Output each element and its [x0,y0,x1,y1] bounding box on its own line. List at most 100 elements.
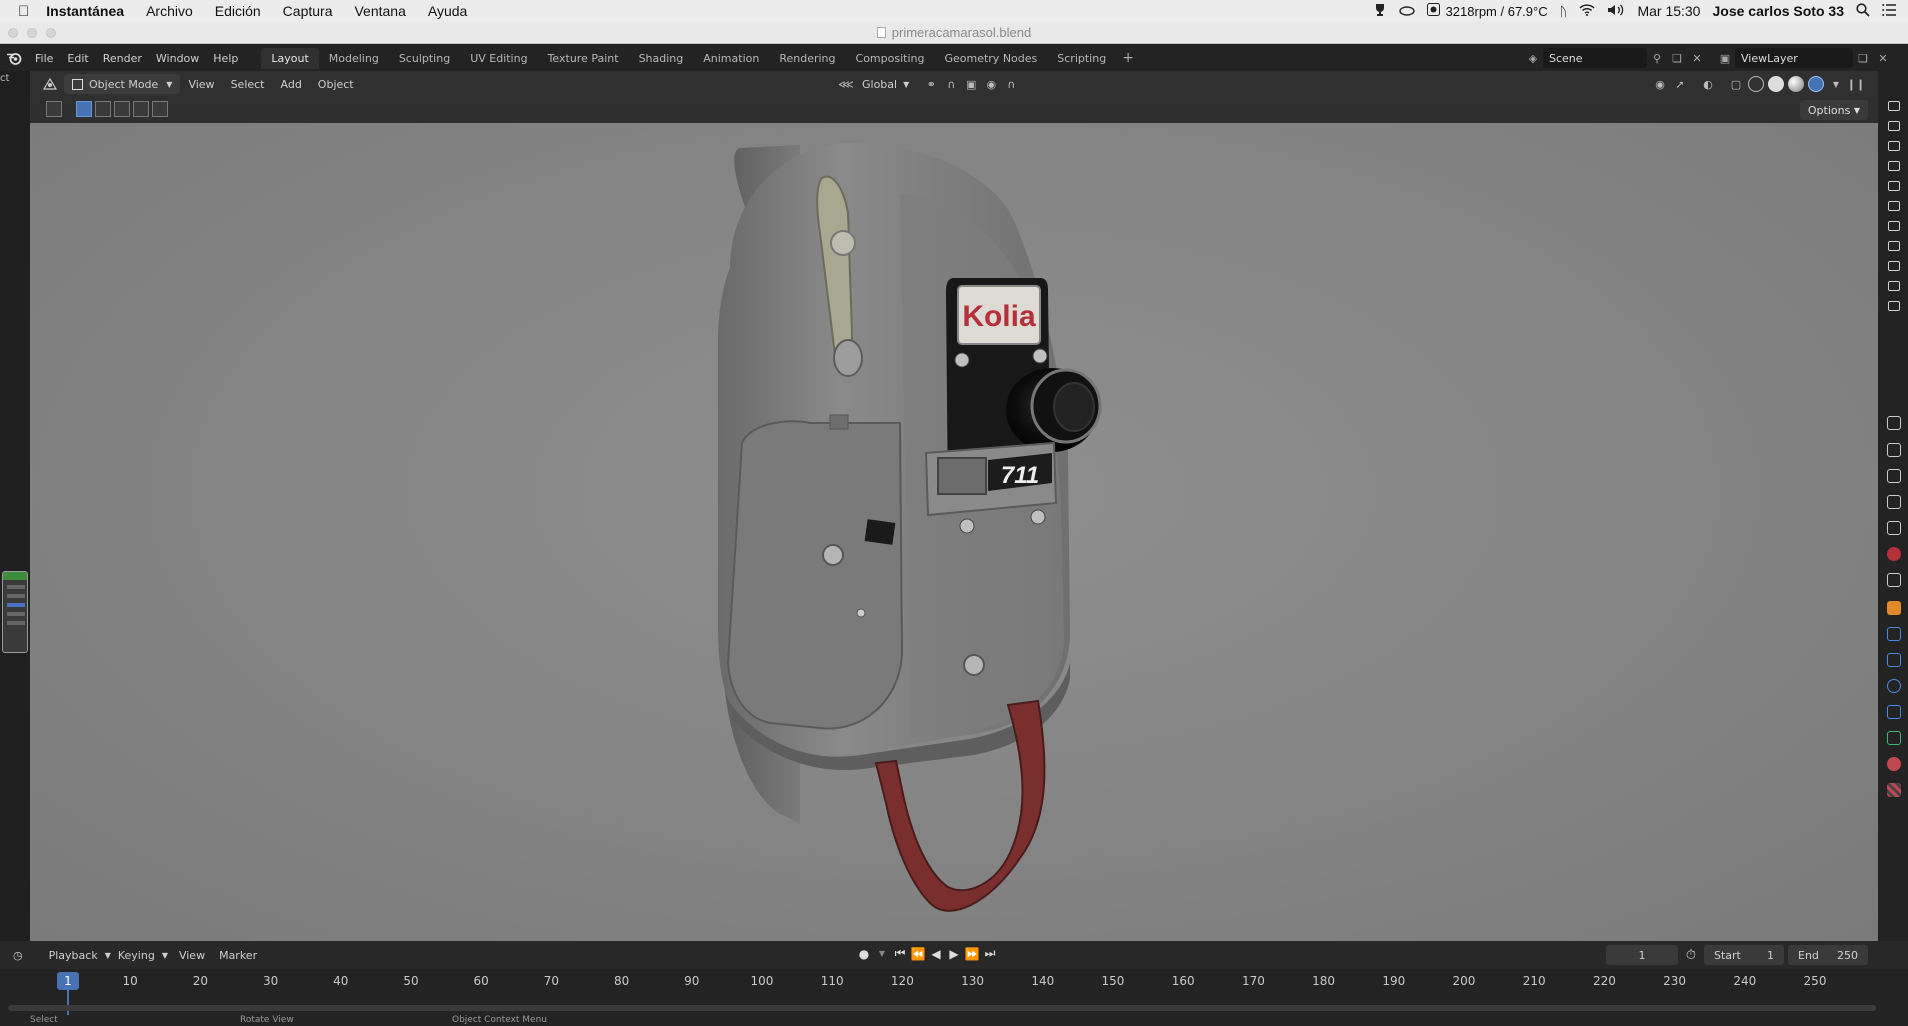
view-layer-icon[interactable]: ▣ [1715,48,1735,68]
camera-view-icon[interactable] [1888,261,1900,271]
snap-target-icon[interactable]: ▣ [961,74,981,94]
delete-view-layer-icon[interactable]: ✕ [1873,48,1893,68]
jump-to-keyframe-back-icon[interactable]: ⏪ [909,947,927,961]
tab-texture-paint[interactable]: Texture Paint [538,48,629,69]
menu-add[interactable]: Add [273,78,310,91]
shading-options-chevron-icon[interactable]: ▼ [1826,74,1846,94]
volume-icon[interactable] [1601,3,1631,19]
frame-ruler[interactable]: 1 10 20 30 40 50 60 70 80 90 100 110 120 130 140 150 16… [0,969,1908,995]
menu-file[interactable]: File [28,52,60,65]
play-icon[interactable]: ▶ [945,947,963,961]
user-name[interactable]: Jose carlos Soto 33 [1706,3,1850,19]
apple-icon[interactable]:  [0,3,40,20]
camera-view-icon[interactable] [1888,141,1900,151]
object-mode-dropdown[interactable]: Object Mode ▼ [64,74,181,94]
clock[interactable]: Mar 15:30 [1631,3,1706,19]
collection-properties-icon[interactable] [1887,573,1901,587]
tab-layout[interactable]: Layout [261,47,319,69]
camera-view-icon[interactable] [1888,281,1900,291]
menu-select[interactable]: Select [223,78,273,91]
view-layer-properties-icon[interactable] [1887,495,1901,509]
camera-view-icon[interactable] [1888,181,1900,191]
pause-icon[interactable]: ❙❙ [1846,74,1866,94]
bluetooth-icon[interactable]: ᚢ [1554,4,1574,19]
orientation-dropdown[interactable]: Global [856,78,903,91]
wireframe-shading-icon[interactable] [1748,76,1764,92]
new-scene-icon[interactable]: ❏ [1667,48,1687,68]
visibility-icon[interactable]: ◉ [1650,74,1670,94]
trophy-icon[interactable] [1367,3,1393,20]
menu-keying[interactable]: Keying [111,949,162,962]
menu-render[interactable]: Render [96,52,149,65]
snap-icon[interactable]: ∩ [941,74,961,94]
camera-model[interactable]: Kolia 711 [30,123,1878,941]
tab-compositing[interactable]: Compositing [846,48,935,69]
start-frame-field[interactable]: Start 1 [1704,945,1784,965]
delete-scene-icon[interactable]: ✕ [1687,48,1707,68]
end-frame-field[interactable]: End 250 [1788,945,1868,965]
tab-scripting[interactable]: Scripting [1047,48,1116,69]
tab-sculpting[interactable]: Sculpting [389,48,460,69]
particles-properties-icon[interactable] [1887,653,1901,667]
constraints-properties-icon[interactable] [1887,705,1901,719]
scene-properties-icon[interactable] [1887,521,1901,535]
tab-rendering[interactable]: Rendering [769,48,845,69]
camera-view-icon[interactable] [1888,161,1900,171]
select-tool-icon[interactable] [46,101,62,117]
camera-view-icon[interactable] [1888,221,1900,231]
falloff-icon[interactable]: ∩ [1001,74,1021,94]
cloud-icon[interactable] [1393,3,1421,19]
select-extend-mode-icon[interactable] [95,101,111,117]
tab-modeling[interactable]: Modeling [319,48,389,69]
jump-to-start-icon[interactable]: ⏮ [891,946,909,961]
notification-center-icon[interactable] [1876,3,1908,19]
select-new-mode-icon[interactable] [76,101,92,117]
view-layer-field[interactable]: ViewLayer [1735,48,1853,68]
tool-properties-icon[interactable] [1887,416,1901,430]
editor-type-icon[interactable] [40,74,60,94]
orientation-icon[interactable]: ⋘ [836,74,856,94]
proportional-edit-icon[interactable]: ◉ [981,74,1001,94]
menu-captura[interactable]: Captura [272,3,344,19]
menu-window[interactable]: Window [149,52,206,65]
select-intersect-mode-icon[interactable] [152,101,168,117]
menu-edit[interactable]: Edit [60,52,95,65]
physics-properties-icon[interactable] [1887,679,1901,693]
gizmo-icon[interactable]: ➚ [1670,74,1690,94]
menu-playback[interactable]: Playback [42,949,105,962]
world-properties-icon[interactable] [1887,547,1901,561]
menu-archivo[interactable]: Archivo [135,3,204,19]
pivot-point-icon[interactable]: ⚭ [921,74,941,94]
rendered-shading-icon[interactable] [1808,76,1824,92]
options-dropdown[interactable]: Options ▼ [1799,100,1868,120]
texture-properties-icon[interactable] [1887,783,1901,797]
timeline-scrollbar[interactable] [8,1005,1876,1011]
object-properties-icon[interactable] [1887,601,1901,615]
modifier-properties-icon[interactable] [1887,627,1901,641]
3d-viewport[interactable]: Kolia 711 [30,123,1878,941]
add-workspace-button[interactable]: + [1116,50,1140,66]
tab-uv-editing[interactable]: UV Editing [460,48,537,69]
play-reverse-icon[interactable]: ◀ [927,947,945,961]
app-name[interactable]: Instantánea [40,3,135,19]
camera-view-icon[interactable] [1888,101,1900,111]
current-frame-indicator[interactable]: 1 [57,972,79,990]
overlay-icon[interactable]: ◐ [1698,74,1718,94]
menu-edicion[interactable]: Edición [204,3,272,19]
wifi-icon[interactable] [1573,3,1601,19]
menu-marker[interactable]: Marker [212,949,264,962]
menu-ventana[interactable]: Ventana [343,3,416,19]
menu-view[interactable]: View [172,949,212,962]
scene-type-icon[interactable]: ◈ [1523,48,1543,68]
output-properties-icon[interactable] [1887,469,1901,483]
render-properties-icon[interactable] [1887,443,1901,457]
menu-help[interactable]: Help [206,52,245,65]
playhead-line[interactable] [67,989,69,1015]
camera-view-icon[interactable] [1888,241,1900,251]
camera-view-icon[interactable] [1888,201,1900,211]
jump-to-keyframe-forward-icon[interactable]: ⏩ [963,947,981,961]
select-subtract-mode-icon[interactable] [114,101,130,117]
scene-name-field[interactable]: Scene [1543,48,1647,68]
xray-icon[interactable]: ▢ [1726,74,1746,94]
material-preview-icon[interactable] [1788,76,1804,92]
